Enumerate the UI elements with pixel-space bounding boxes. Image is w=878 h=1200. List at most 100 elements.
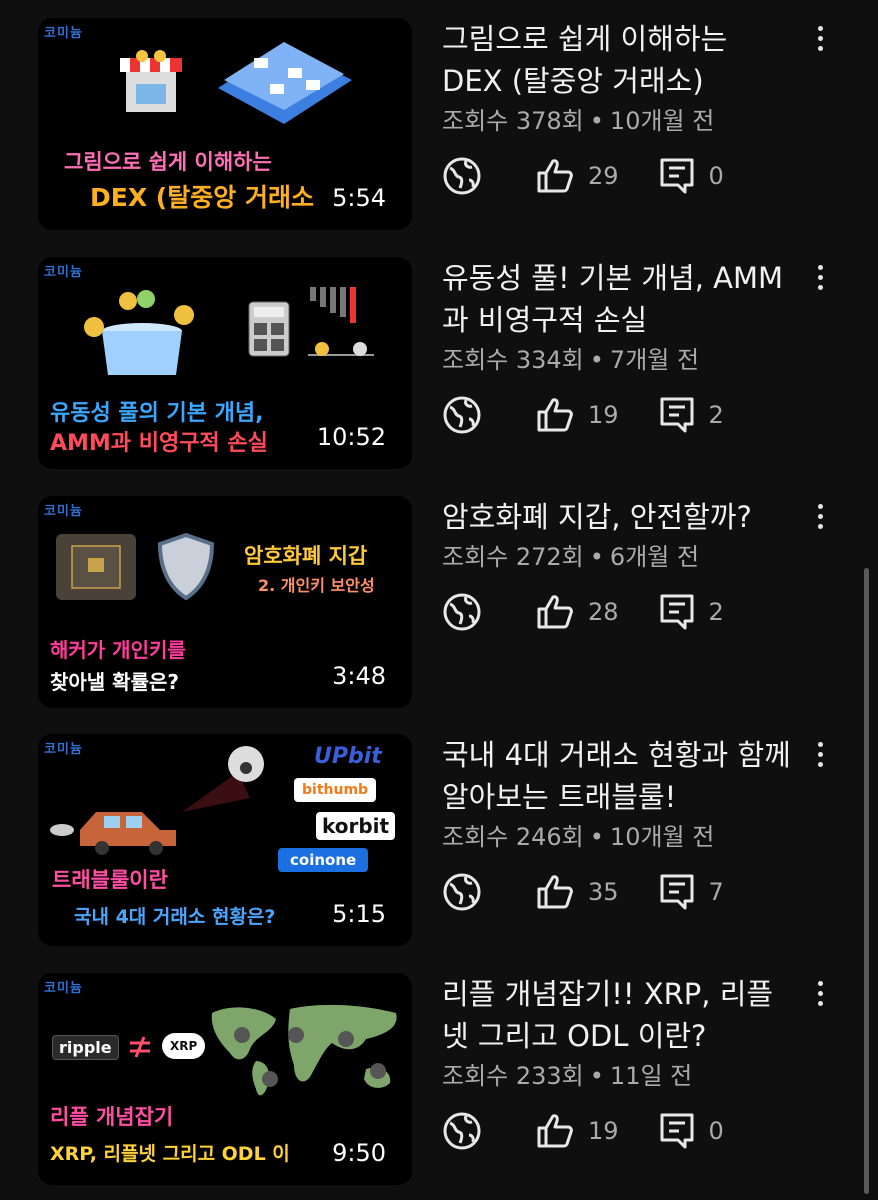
video-actions: 19 0	[442, 1109, 792, 1153]
video-title[interactable]: 그림으로 쉽게 이해하는 DEX (탈중앙 거래소)	[442, 18, 792, 102]
video-title[interactable]: 유동성 풀! 기본 개념, AMM과 비영구적 손실	[442, 257, 792, 341]
liquidity-pool-illustration	[84, 290, 194, 375]
video-info: 국내 4대 거래소 현황과 함께 알아보는 트래블룰! 조회수 246회 • 10개…	[442, 734, 792, 914]
comments-button[interactable]: 2	[659, 593, 724, 631]
more-vert-icon	[808, 742, 832, 767]
comment-icon	[660, 158, 694, 194]
view-count: 조회수 233회	[442, 1062, 584, 1090]
more-options-button[interactable]	[808, 26, 832, 56]
thumbnail-text: 유동성 풀의 기본 개념,	[50, 401, 264, 426]
more-options-button[interactable]	[808, 981, 832, 1011]
comment-icon	[660, 397, 694, 433]
like-count: 29	[588, 162, 619, 190]
video-meta: 조회수 246회 • 10개월 전	[442, 822, 792, 852]
thumbnail-text: 해커가 개인키를	[50, 638, 186, 662]
video-duration: 10:52	[316, 423, 386, 451]
thumbnail-text: 그림으로 쉽게 이해하는	[64, 150, 272, 174]
video-title[interactable]: 리플 개념잡기!! XRP, 리플넷 그리고 ODL 이란?	[442, 973, 792, 1057]
like-count: 19	[588, 1117, 619, 1145]
thumbnail-text: 트래블룰이란	[52, 868, 168, 892]
meta-separator: •	[589, 823, 604, 851]
video-thumbnail[interactable]: 코미늄 암호화폐 지갑 2. 개인키 보안성 해커가 개인키를 찾아낼 확률은?…	[38, 496, 412, 708]
world-map-illustration	[211, 1004, 397, 1096]
video-title[interactable]: 국내 4대 거래소 현황과 함께 알아보는 트래블룰!	[442, 734, 792, 818]
more-options-button[interactable]	[808, 265, 832, 295]
video-item[interactable]: 코미늄 UPbit bithumb korbit coinone 트래블룰이란 …	[38, 734, 838, 946]
like-icon	[537, 1114, 573, 1148]
more-options-button[interactable]	[808, 742, 832, 772]
comment-icon	[660, 594, 694, 630]
comment-count: 2	[708, 598, 724, 626]
video-thumbnail[interactable]: 코미늄 ripple XRP 리플 개념잡기 XRP, 리플넷 그리고 ODL …	[38, 973, 412, 1185]
comment-count: 0	[708, 162, 724, 190]
comments-button[interactable]: 7	[659, 873, 724, 911]
upload-age: 11일 전	[609, 1062, 693, 1090]
visibility-public[interactable]	[442, 872, 496, 912]
scrollbar[interactable]	[864, 568, 869, 1194]
not-equal-icon	[130, 1036, 150, 1058]
globe-icon	[443, 396, 481, 434]
video-item[interactable]: 코미늄 유동성 풀의 기본 개념, AMM과 비영구적 손실 10:52 유동성…	[38, 257, 838, 469]
thumbnail-text: 2. 개인키 보안성	[258, 576, 375, 595]
video-info: 리플 개념잡기!! XRP, 리플넷 그리고 ODL 이란? 조회수 233회 •…	[442, 973, 792, 1153]
upload-age: 10개월 전	[609, 823, 715, 851]
meta-separator: •	[589, 346, 604, 374]
comment-count: 2	[708, 401, 724, 429]
view-count: 조회수 272회	[442, 543, 584, 571]
visibility-public[interactable]	[442, 1111, 496, 1151]
like-button[interactable]: 19	[536, 397, 619, 433]
visibility-public[interactable]	[442, 395, 496, 435]
video-info: 그림으로 쉽게 이해하는 DEX (탈중앙 거래소) 조회수 378회 • 10개월…	[442, 18, 792, 198]
video-duration: 3:48	[332, 662, 386, 690]
video-duration: 5:15	[332, 900, 386, 928]
thumbnail-text: XRP, 리플넷 그리고 ODL 이	[50, 1143, 290, 1165]
thumbnail-text: 리플 개념잡기	[50, 1105, 174, 1129]
like-icon	[537, 159, 573, 193]
visibility-public[interactable]	[442, 156, 496, 196]
video-title[interactable]: 암호화폐 지갑, 안전할까?	[442, 496, 792, 538]
thumbnail-text: 국내 4대 거래소 현황은?	[74, 906, 276, 928]
thumbnail-text: 찾아낼 확률은?	[50, 670, 179, 694]
like-count: 28	[588, 598, 619, 626]
channel-logo: 코미늄	[44, 504, 83, 519]
more-vert-icon	[808, 504, 832, 529]
view-count: 조회수 246회	[442, 823, 584, 851]
video-thumbnail[interactable]: 코미늄 그림으로 쉽게 이해하는 DEX (탈중앙 거래소 5:54	[38, 18, 412, 230]
comments-button[interactable]: 2	[659, 396, 724, 434]
more-vert-icon	[808, 265, 832, 290]
channel-logo: 코미늄	[44, 26, 83, 41]
channel-logo: 코미늄	[44, 265, 83, 280]
video-actions: 19 2	[442, 393, 792, 437]
like-button[interactable]: 19	[536, 1113, 619, 1149]
more-options-button[interactable]	[808, 504, 832, 534]
like-icon	[537, 875, 573, 909]
more-vert-icon	[808, 981, 832, 1006]
thumbnail-text: AMM과 비영구적 손실	[50, 431, 268, 456]
meta-separator: •	[589, 107, 604, 135]
comments-button[interactable]: 0	[659, 1112, 724, 1150]
upload-age: 10개월 전	[609, 107, 715, 135]
visibility-public[interactable]	[442, 592, 496, 632]
like-button[interactable]: 35	[536, 874, 619, 910]
ripple-logo: ripple	[52, 1035, 119, 1060]
view-count: 조회수 334회	[442, 346, 584, 374]
car-illustration	[50, 812, 176, 855]
like-button[interactable]: 29	[536, 158, 619, 194]
video-item[interactable]: 코미늄 그림으로 쉽게 이해하는 DEX (탈중앙 거래소 5:54 그림으로 …	[38, 18, 838, 230]
video-meta: 조회수 378회 • 10개월 전	[442, 106, 792, 136]
video-duration: 9:50	[332, 1139, 386, 1167]
video-info: 암호화폐 지갑, 안전할까? 조회수 272회 • 6개월 전 28 2	[442, 496, 792, 634]
coinone-logo: coinone	[278, 848, 369, 872]
like-icon	[537, 595, 573, 629]
comment-icon	[660, 874, 694, 910]
video-meta: 조회수 334회 • 7개월 전	[442, 345, 792, 375]
video-thumbnail[interactable]: 코미늄 UPbit bithumb korbit coinone 트래블룰이란 …	[38, 734, 412, 946]
video-item[interactable]: 코미늄 ripple XRP 리플 개념잡기 XRP, 리플넷 그리고 ODL …	[38, 973, 838, 1185]
video-meta: 조회수 272회 • 6개월 전	[442, 542, 792, 572]
video-thumbnail[interactable]: 코미늄 유동성 풀의 기본 개념, AMM과 비영구적 손실 10:52	[38, 257, 412, 469]
video-item[interactable]: 코미늄 암호화폐 지갑 2. 개인키 보안성 해커가 개인키를 찾아낼 확률은?…	[38, 496, 838, 708]
comment-count: 0	[708, 1117, 724, 1145]
shop-illustration	[120, 50, 182, 112]
like-button[interactable]: 28	[536, 594, 619, 630]
comments-button[interactable]: 0	[659, 157, 724, 195]
